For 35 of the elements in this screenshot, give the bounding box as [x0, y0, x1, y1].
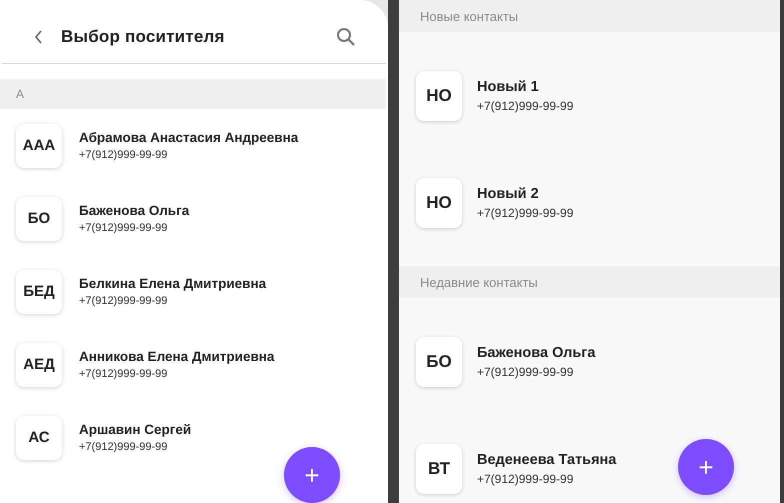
screen-title: Выбор поситителя: [61, 26, 226, 46]
contact-phone: +7(912)999-99-99: [79, 368, 168, 380]
contact-avatar: НО: [416, 178, 462, 228]
contact-phone: +7(912)999-99-99: [477, 206, 574, 220]
contact-phone: +7(912)999-99-99: [477, 98, 574, 112]
section-title: Новые контакты: [420, 8, 518, 24]
contact-phone: +7(912)999-99-99: [477, 472, 574, 486]
back-icon[interactable]: [34, 30, 43, 44]
contact-name: Белкина Елена Дмитриевна: [79, 276, 266, 291]
contact-avatar: БЕД: [16, 270, 62, 314]
contact-avatar: ААА: [16, 124, 62, 168]
contact-phone: +7(912)999-99-99: [79, 149, 168, 161]
contact-phone: +7(912)999-99-99: [477, 364, 574, 378]
contact-name: Веденеева Татьяна: [477, 452, 616, 468]
contact-name: Баженова Ольга: [79, 203, 190, 218]
contact-name: Новый 1: [477, 78, 539, 94]
contact-name: Новый 2: [477, 186, 539, 202]
section-title: А: [16, 87, 24, 101]
contact-phone: +7(912)999-99-99: [79, 441, 168, 453]
contact-phone: +7(912)999-99-99: [79, 295, 168, 307]
contact-avatar: АЕД: [16, 342, 62, 386]
contact-avatar: ВТ: [416, 444, 462, 494]
contact-avatar: БО: [416, 336, 462, 386]
contact-name: Баженова Ольга: [477, 344, 596, 360]
contact-phone: +7(912)999-99-99: [79, 222, 168, 234]
search-icon[interactable]: [336, 26, 356, 46]
contact-name: Анникова Елена Дмитриевна: [79, 349, 274, 364]
contact-avatar: НО: [416, 70, 462, 120]
add-button[interactable]: +: [678, 439, 734, 495]
contact-avatar: АС: [16, 416, 62, 460]
section-title: Недавние контакты: [420, 274, 538, 290]
contact-name: Абрамова Анастасия Андреевна: [79, 130, 298, 145]
contact-avatar: БО: [16, 196, 62, 240]
add-button[interactable]: +: [284, 447, 340, 503]
contact-name: Аршавин Сергей: [79, 422, 192, 437]
